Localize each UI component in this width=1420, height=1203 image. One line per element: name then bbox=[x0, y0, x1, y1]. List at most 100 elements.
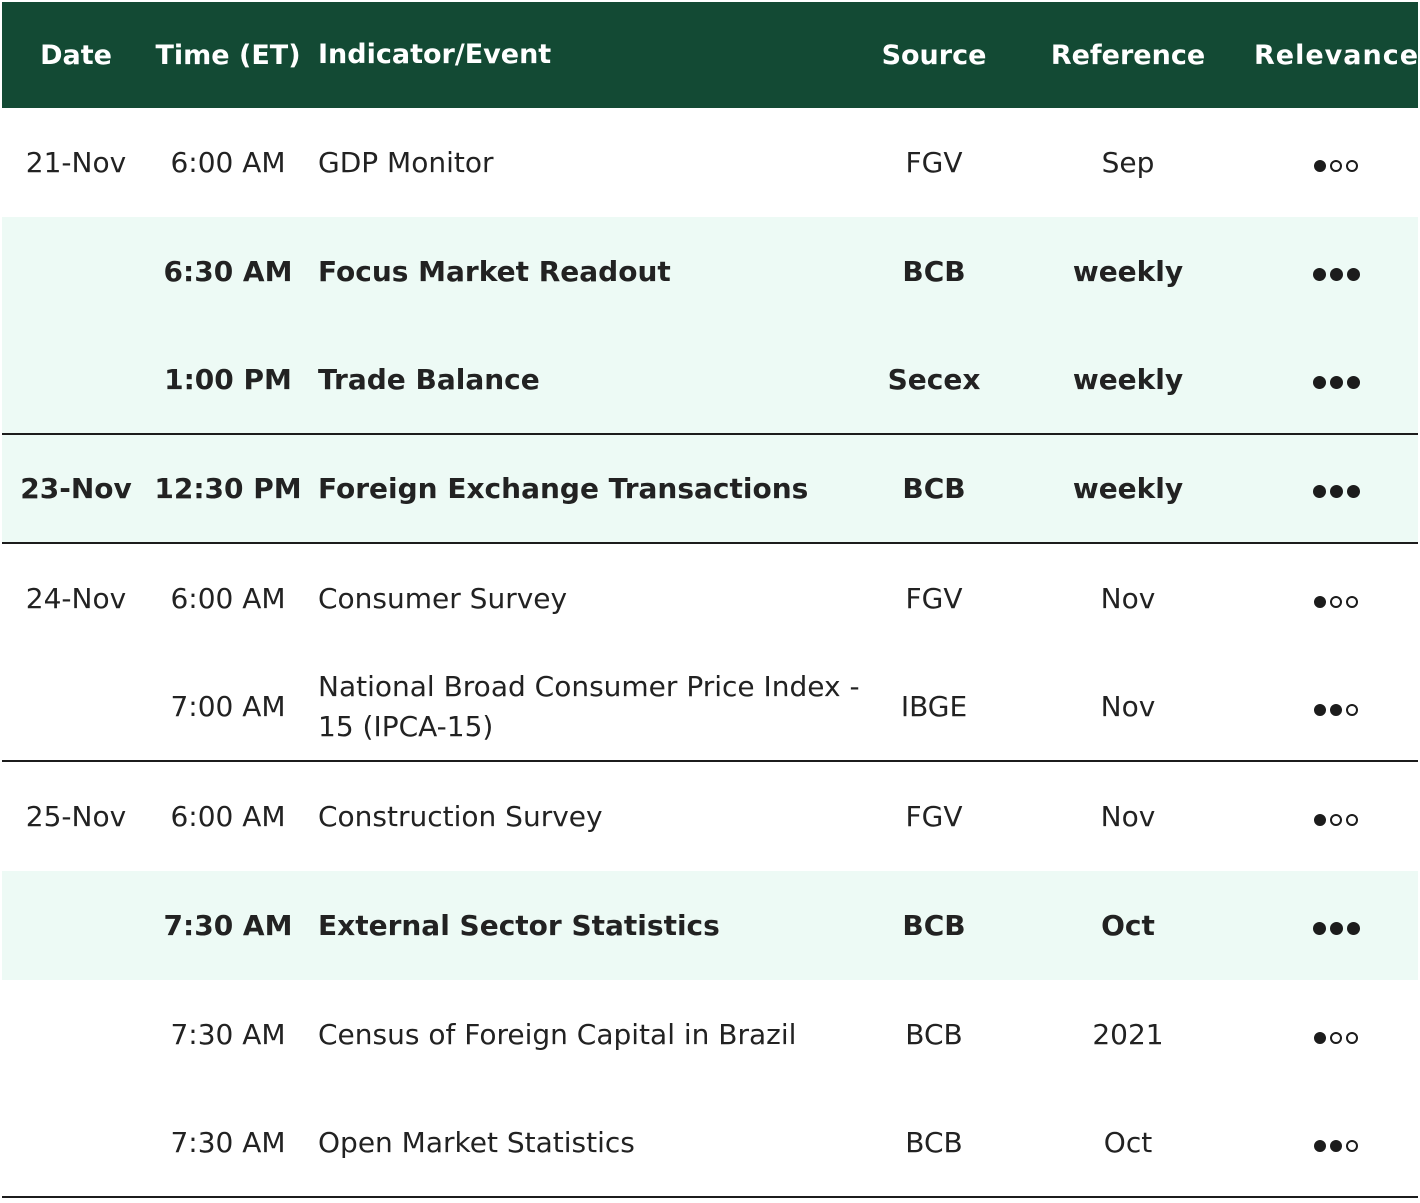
header-date: Date bbox=[40, 39, 112, 71]
empty-dot-icon bbox=[1330, 814, 1342, 826]
table-row: 7:30 AM Census of Foreign Capital in Braz… bbox=[2, 980, 1418, 1089]
row-indicator: GDP Monitor bbox=[318, 145, 494, 179]
header-indicator: Indicator/Event bbox=[318, 39, 552, 70]
relevance-dots bbox=[1314, 814, 1358, 826]
row-time: 7:30 AM bbox=[163, 909, 293, 942]
empty-dot-icon bbox=[1346, 596, 1358, 608]
row-indicator: Foreign Exchange Transactions bbox=[318, 471, 809, 505]
row-reference: Oct bbox=[1103, 1126, 1153, 1159]
filled-dot-icon bbox=[1314, 1140, 1326, 1152]
row-relevance bbox=[1254, 1126, 1418, 1159]
row-source: BCB bbox=[902, 909, 966, 942]
row-reference: Nov bbox=[1100, 800, 1156, 833]
filled-dot-icon bbox=[1329, 376, 1343, 389]
filled-dot-icon bbox=[1329, 485, 1343, 498]
row-date: 25-Nov bbox=[25, 800, 127, 833]
filled-dot-icon bbox=[1312, 376, 1326, 389]
table-row: 1:00 PM Trade Balance Secex weekly bbox=[2, 326, 1418, 435]
row-relevance bbox=[1254, 800, 1418, 833]
row-indicator: Trade Balance bbox=[318, 362, 540, 396]
row-source: Secex bbox=[887, 363, 981, 396]
row-time: 12:30 PM bbox=[154, 472, 302, 505]
row-relevance bbox=[1254, 1018, 1418, 1051]
table-row: 7:30 AM External Sector Statistics BCB Oct bbox=[2, 871, 1418, 980]
row-time: 7:30 AM bbox=[170, 1018, 286, 1051]
row-date: 24-Nov bbox=[25, 582, 127, 615]
row-indicator: Census of Foreign Capital in Brazil bbox=[318, 1017, 797, 1051]
row-indicator: National Broad Consumer Price Index - 15… bbox=[318, 669, 860, 743]
relevance-dots bbox=[1314, 1140, 1358, 1152]
row-source: FGV bbox=[905, 582, 963, 615]
filled-dot-icon bbox=[1346, 376, 1360, 389]
table-row: 25-Nov 6:00 AM Construction Survey FGV Nov bbox=[2, 762, 1418, 871]
relevance-dots bbox=[1314, 1032, 1358, 1044]
relevance-dots bbox=[1314, 160, 1358, 172]
economic-calendar-table: Date Time (ET) Indicator/Event Source Re… bbox=[2, 2, 1418, 1198]
row-relevance bbox=[1254, 909, 1418, 942]
header-reference: Reference bbox=[1050, 39, 1206, 71]
row-indicator: Open Market Statistics bbox=[318, 1125, 635, 1159]
filled-dot-icon bbox=[1314, 160, 1326, 172]
row-source: BCB bbox=[902, 255, 966, 288]
row-source: BCB bbox=[905, 1126, 963, 1159]
header-source: Source bbox=[881, 39, 987, 71]
header-relevance: Relevance bbox=[1254, 39, 1420, 71]
row-reference: weekly bbox=[1072, 363, 1184, 396]
row-time: 6:00 AM bbox=[170, 800, 286, 833]
empty-dot-icon bbox=[1346, 814, 1358, 826]
empty-dot-icon bbox=[1346, 704, 1358, 716]
row-reference: weekly bbox=[1072, 472, 1184, 505]
row-relevance bbox=[1254, 146, 1418, 179]
filled-dot-icon bbox=[1346, 485, 1360, 498]
table-row: 21-Nov 6:00 AM GDP Monitor FGV Sep bbox=[2, 108, 1418, 217]
row-reference: Nov bbox=[1100, 582, 1156, 615]
row-relevance bbox=[1254, 582, 1418, 615]
row-source: BCB bbox=[905, 1018, 963, 1051]
empty-dot-icon bbox=[1330, 596, 1342, 608]
empty-dot-icon bbox=[1330, 1032, 1342, 1044]
table-row: 6:30 AM Focus Market Readout BCB weekly bbox=[2, 217, 1418, 326]
row-time: 7:30 AM bbox=[170, 1126, 286, 1159]
filled-dot-icon bbox=[1329, 268, 1343, 281]
filled-dot-icon bbox=[1312, 922, 1326, 935]
filled-dot-icon bbox=[1329, 922, 1343, 935]
filled-dot-icon bbox=[1314, 814, 1326, 826]
row-relevance bbox=[1254, 472, 1418, 505]
empty-dot-icon bbox=[1346, 1140, 1358, 1152]
row-source: IBGE bbox=[900, 690, 968, 723]
filled-dot-icon bbox=[1330, 1140, 1342, 1152]
relevance-dots bbox=[1312, 922, 1360, 935]
empty-dot-icon bbox=[1346, 1032, 1358, 1044]
empty-dot-icon bbox=[1330, 160, 1342, 172]
row-relevance bbox=[1254, 363, 1418, 396]
row-reference: Nov bbox=[1100, 690, 1156, 723]
table-row: 24-Nov 6:00 AM Consumer Survey FGV Nov bbox=[2, 544, 1418, 653]
row-indicator: External Sector Statistics bbox=[318, 908, 720, 942]
table-body: 21-Nov 6:00 AM GDP Monitor FGV Sep 6:30 AM Foc… bbox=[2, 108, 1418, 1198]
row-relevance bbox=[1254, 690, 1418, 723]
row-time: 1:00 PM bbox=[164, 363, 292, 396]
row-indicator: Construction Survey bbox=[318, 799, 603, 833]
row-time: 6:00 AM bbox=[170, 146, 286, 179]
row-reference: Sep bbox=[1101, 146, 1155, 179]
row-source: FGV bbox=[905, 146, 963, 179]
row-relevance bbox=[1254, 255, 1418, 288]
row-indicator: Consumer Survey bbox=[318, 581, 568, 615]
empty-dot-icon bbox=[1346, 160, 1358, 172]
header-time: Time (ET) bbox=[155, 39, 301, 71]
row-source: FGV bbox=[905, 800, 963, 833]
row-time: 7:00 AM bbox=[170, 690, 286, 723]
row-reference: weekly bbox=[1072, 255, 1184, 288]
relevance-dots bbox=[1314, 596, 1358, 608]
table-row: 7:30 AM Open Market Statistics BCB Oct bbox=[2, 1089, 1418, 1198]
table-row: 23-Nov 12:30 PM Foreign Exchange Transacti… bbox=[2, 435, 1418, 544]
relevance-dots bbox=[1312, 376, 1360, 389]
relevance-dots bbox=[1312, 485, 1360, 498]
filled-dot-icon bbox=[1330, 704, 1342, 716]
filled-dot-icon bbox=[1312, 268, 1326, 281]
row-time: 6:30 AM bbox=[163, 255, 293, 288]
filled-dot-icon bbox=[1346, 922, 1360, 935]
filled-dot-icon bbox=[1314, 1032, 1326, 1044]
row-date: 23-Nov bbox=[20, 472, 132, 505]
table-header: Date Time (ET) Indicator/Event Source Re… bbox=[2, 2, 1418, 108]
